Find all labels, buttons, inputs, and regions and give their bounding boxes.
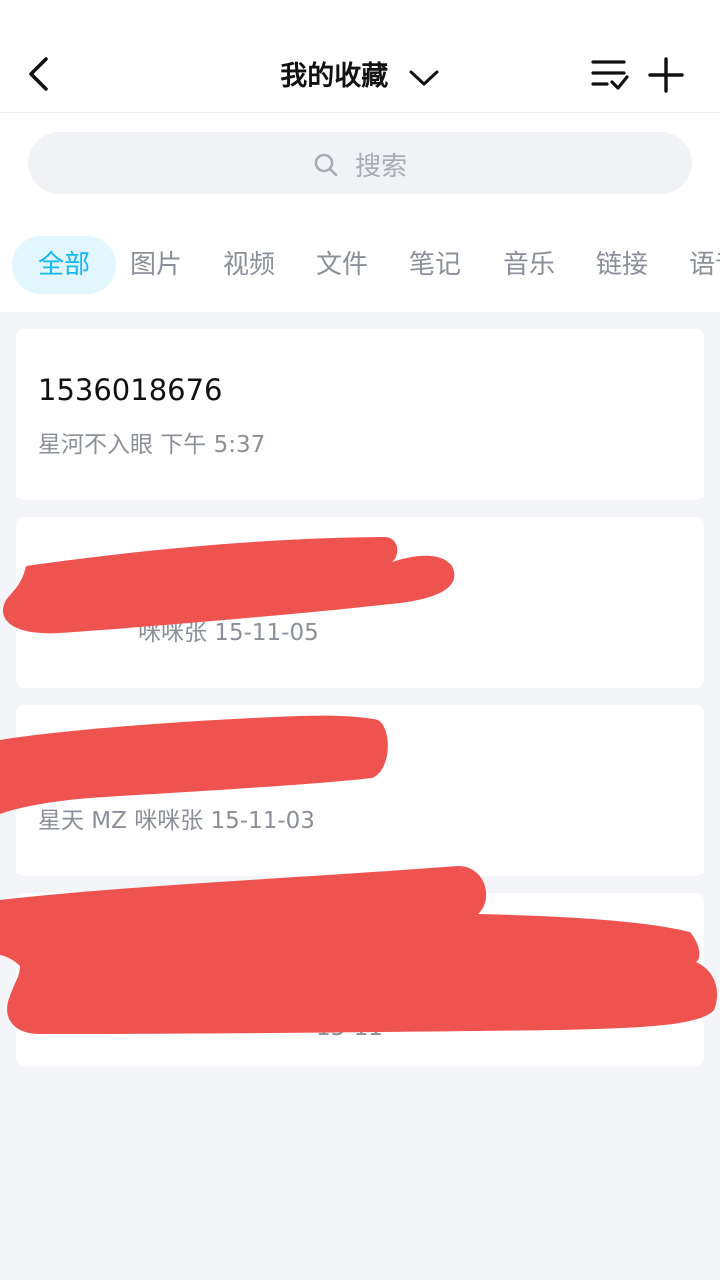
nav-bar: 我的收藏	[0, 36, 720, 113]
tab-all[interactable]: 全部	[12, 236, 117, 294]
search-icon	[314, 153, 338, 176]
header-area: 我的收藏 搜索 全部 图片 视频 文件 笔记 音乐 链接 语	[0, 0, 720, 312]
search-placeholder: 搜索	[355, 152, 408, 182]
tab-notes[interactable]: 笔记	[409, 236, 461, 294]
list-check-icon[interactable]	[590, 58, 630, 92]
tab-images[interactable]: 图片	[130, 236, 182, 294]
list-item[interactable]: 星天 MZ 咪咪张 15-11-03	[16, 705, 704, 876]
tab-videos[interactable]: 视频	[223, 236, 275, 294]
tab-files[interactable]: 文件	[316, 236, 368, 294]
item-meta: 星河不入眼 下午 5:37	[38, 432, 266, 458]
plus-icon[interactable]	[647, 56, 685, 94]
tab-voice[interactable]: 语音	[689, 236, 720, 294]
item-title: 1536018676	[38, 373, 223, 407]
page-title: 我的收藏	[280, 61, 389, 92]
item-meta: 星天 MZ 咪咪张 15-11-03	[38, 808, 315, 834]
tab-links[interactable]: 链接	[596, 236, 648, 294]
item-meta: 咪咪张 15-11-05	[138, 620, 319, 646]
search-input[interactable]: 搜索	[28, 132, 692, 194]
category-tabs: 全部 图片 视频 文件 笔记 音乐 链接 语音	[0, 236, 720, 294]
list-item[interactable]: 咪咪张 15-11-05	[16, 517, 704, 688]
item-meta: 15-11	[316, 1015, 383, 1041]
tab-music[interactable]: 音乐	[503, 236, 555, 294]
chevron-down-icon	[408, 64, 440, 85]
list-item[interactable]: 1536018676 星河不入眼 下午 5:37	[16, 329, 704, 500]
list-item[interactable]: 15-11	[16, 893, 704, 1066]
